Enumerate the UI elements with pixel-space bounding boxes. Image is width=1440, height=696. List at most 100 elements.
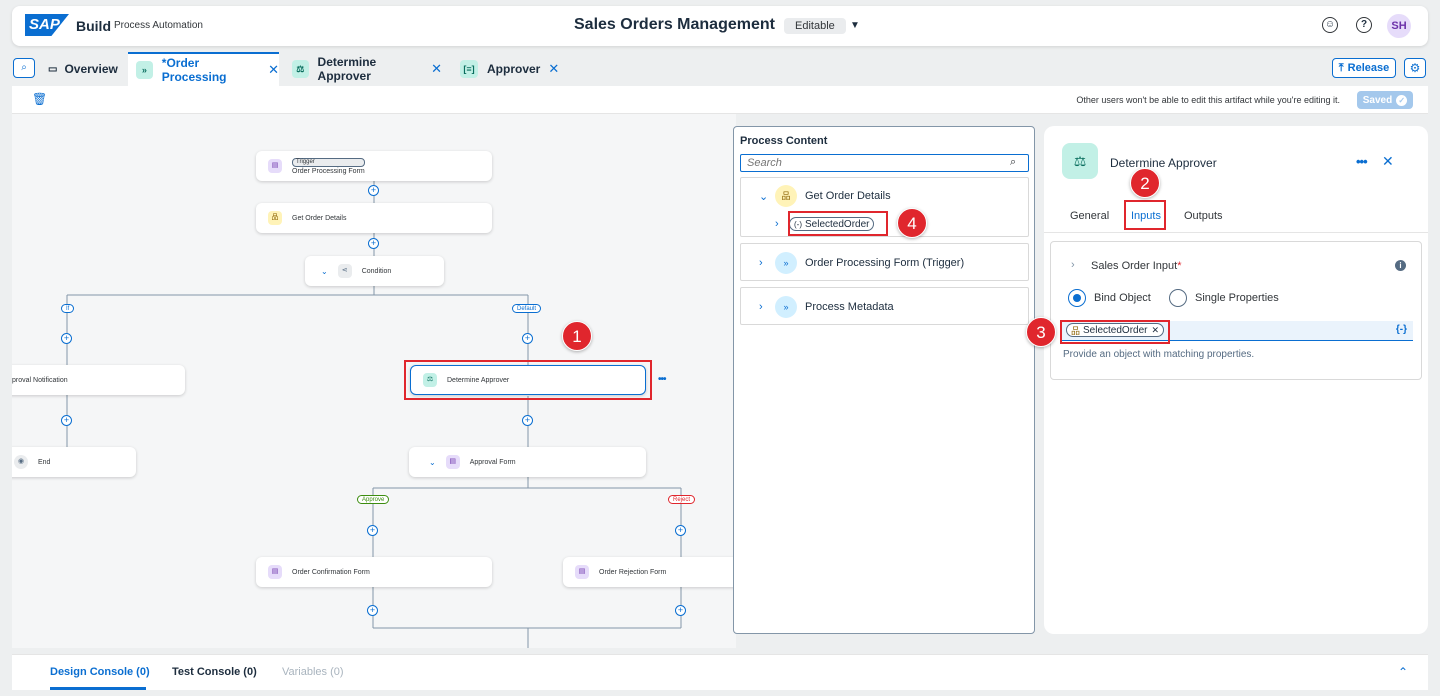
tree-group-process-metadata: › » Process Metadata [740, 287, 1029, 325]
divider [1044, 232, 1428, 233]
node-end[interactable]: ◉ End [12, 447, 136, 477]
bind-hint: Provide an object with matching properti… [1063, 349, 1255, 360]
release-button[interactable]: ⤒ Release [1332, 58, 1396, 78]
avatar[interactable]: SH [1387, 14, 1411, 38]
close-icon[interactable]: ✕ [1382, 153, 1394, 170]
more-icon[interactable]: ••• [1356, 154, 1368, 169]
search-input[interactable] [740, 154, 1029, 172]
add-step-button[interactable]: + [522, 415, 533, 426]
tree-item-process-metadata[interactable]: › » Process Metadata [759, 296, 894, 318]
mode-badge[interactable]: Editable [784, 18, 846, 34]
add-step-button[interactable]: + [61, 415, 72, 426]
node-condition[interactable]: ⌄ ⋖ Condition [305, 256, 444, 286]
form-icon: ▤ [268, 159, 282, 173]
chevron-down-icon[interactable]: ⌄ [759, 190, 775, 203]
tab-outputs[interactable]: Outputs [1184, 210, 1223, 222]
tab-design-console[interactable]: Design Console (0) [50, 666, 150, 678]
panel-title: Process Content [740, 135, 828, 147]
add-step-button[interactable]: + [61, 333, 72, 344]
search-artifacts-icon[interactable]: ⌕ [13, 58, 35, 78]
process-icon: » [775, 296, 797, 318]
trigger-tag: Trigger [292, 157, 365, 167]
close-icon[interactable]: ✕ [548, 61, 559, 77]
branch-tag-default[interactable]: Default [512, 304, 542, 313]
node-label: Order Rejection Form [599, 568, 667, 576]
chevron-up-icon[interactable]: ⌃ [1398, 665, 1408, 679]
node-approval-form[interactable]: ⌄ ▤ Approval Form [409, 447, 646, 477]
node-text: Trigger Order Processing Form [292, 157, 365, 175]
process-icon: » [775, 252, 797, 274]
tab-general[interactable]: General [1070, 210, 1109, 222]
required-mark: * [1177, 260, 1182, 272]
help-icon[interactable]: ? [1356, 17, 1372, 33]
tree-item-get-order-details[interactable]: ⌄ 品 Get Order Details [759, 185, 891, 207]
gear-icon[interactable]: ⚙ [1404, 58, 1426, 78]
node-order-rejection-form[interactable]: ▤ Order Rejection Form [563, 557, 736, 587]
check-icon: ✓ [1396, 94, 1408, 106]
process-canvas[interactable]: ▤ Trigger Order Processing Form + 品 Get … [12, 114, 736, 648]
branch-tag-reject[interactable]: Reject [668, 495, 696, 504]
single-properties-label: Single Properties [1195, 292, 1279, 304]
node-label: proval Notification [12, 376, 68, 384]
bind-object-radio[interactable] [1068, 289, 1086, 307]
tree-item-order-processing-form[interactable]: › » Order Processing Form (Trigger) [759, 252, 964, 274]
tab-label: *Order Processing [161, 56, 227, 84]
input-label-text: Sales Order Input [1091, 260, 1178, 272]
tab-label: Determine Approver [317, 55, 377, 83]
input-label: Sales Order Input* [1091, 260, 1182, 272]
chevron-right-icon[interactable]: › [775, 218, 789, 230]
sap-logo[interactable]: SAP [25, 14, 69, 36]
mode-dropdown-icon[interactable]: ▼ [850, 18, 860, 34]
node-get-order-details[interactable]: 品 Get Order Details [256, 203, 492, 233]
search-icon[interactable]: ⌕ [1010, 156, 1016, 169]
decision-icon: ⚖ [292, 60, 309, 78]
tab-test-console[interactable]: Test Console (0) [172, 666, 257, 678]
node-more-icon[interactable]: ••• [658, 374, 666, 385]
product-subtitle: Process Automation [114, 20, 203, 31]
node-approval-notification[interactable]: proval Notification [12, 365, 185, 395]
chevron-right-icon[interactable]: › [1071, 259, 1075, 271]
chevron-right-icon[interactable]: › [759, 301, 775, 313]
process-icon: » [136, 61, 153, 79]
node-order-confirmation-form[interactable]: ▤ Order Confirmation Form [256, 557, 492, 587]
branch-tag-if[interactable]: If [61, 304, 75, 313]
node-label: Approval Form [469, 458, 516, 466]
trash-icon[interactable]: 🗑 [32, 92, 47, 106]
info-icon[interactable]: i [1395, 260, 1406, 271]
form-icon: ▤ [268, 565, 282, 579]
single-properties-radio[interactable] [1169, 289, 1187, 307]
add-step-button[interactable]: + [368, 238, 379, 249]
close-icon[interactable]: ✕ [268, 62, 279, 78]
chevron-right-icon[interactable]: › [759, 257, 775, 269]
hierarchy-icon: 品 [775, 185, 797, 207]
branch-tag-approve[interactable]: Approve [357, 495, 390, 504]
tab-order-processing[interactable]: » *Order Processing ✕ [128, 52, 279, 86]
add-step-button[interactable]: + [367, 605, 378, 616]
editor-toolbar: 🗑 Other users won't be able to edit this… [12, 86, 1428, 114]
properties-panel: ⚖ Determine Approver ••• ✕ General Input… [1026, 126, 1428, 634]
add-step-button[interactable]: + [675, 605, 686, 616]
add-step-button[interactable]: + [367, 525, 378, 536]
form-icon: ▤ [445, 455, 460, 469]
chevron-down-icon[interactable]: ⌄ [429, 458, 436, 467]
saved-button[interactable]: Saved ✓ [1357, 91, 1413, 109]
product-name: Build [76, 18, 111, 34]
add-step-button[interactable]: + [368, 185, 379, 196]
tab-variables[interactable]: Variables (0) [282, 666, 344, 678]
node-order-processing-form[interactable]: ▤ Trigger Order Processing Form [256, 151, 492, 181]
highlight-marker-3 [1060, 320, 1170, 344]
tab-overview[interactable]: ▭ Overview [48, 52, 124, 86]
folder-icon: ▭ [48, 63, 58, 75]
tab-determine-approver[interactable]: ⚖ Determine Approver ✕ [292, 52, 442, 86]
feedback-icon[interactable]: ☺ [1322, 17, 1338, 33]
hierarchy-icon: 品 [268, 211, 282, 225]
chevron-down-icon[interactable]: ⌄ [321, 267, 328, 276]
value-help-icon[interactable]: {-} [1396, 324, 1407, 335]
console-bar: Design Console (0) Test Console (0) Vari… [12, 654, 1428, 690]
add-step-button[interactable]: + [675, 525, 686, 536]
add-step-button[interactable]: + [522, 333, 533, 344]
active-tab-indicator [50, 687, 146, 690]
tab-approver[interactable]: [≡] Approver ✕ [460, 52, 560, 86]
tree-group-order-form: › » Order Processing Form (Trigger) [740, 243, 1029, 281]
close-icon[interactable]: ✕ [431, 61, 442, 77]
